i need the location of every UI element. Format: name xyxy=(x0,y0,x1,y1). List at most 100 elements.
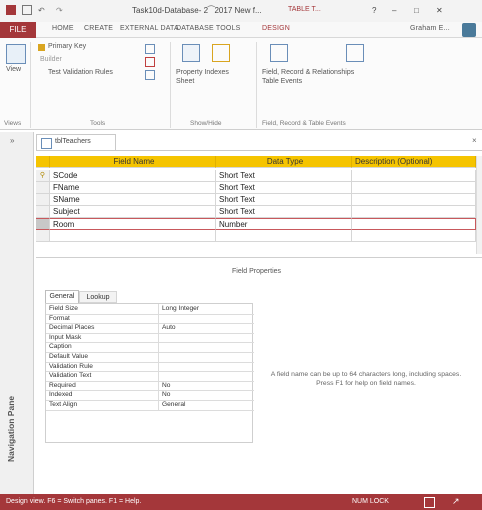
data-type-cell[interactable]: Number xyxy=(216,218,352,230)
ribbon: View Primary Key Builder Test Validation… xyxy=(0,38,482,130)
row-selector[interactable] xyxy=(36,182,50,194)
data-type-cell[interactable] xyxy=(216,230,352,242)
undo-icon[interactable]: ↶ xyxy=(38,6,45,15)
data-type-cell[interactable]: Short Text xyxy=(216,194,352,206)
description-cell[interactable] xyxy=(352,194,476,206)
tab-lookup[interactable]: Lookup xyxy=(79,291,117,303)
datasheet-view-icon[interactable] xyxy=(424,497,435,508)
table-row[interactable]: SName Short Text xyxy=(36,194,476,206)
minimize-button[interactable]: – xyxy=(392,6,396,15)
view-icon[interactable] xyxy=(6,44,26,64)
title-bar: ↶ ↷ Task10d‐Database‐ 2⁀2017 New f... TA… xyxy=(0,0,482,22)
tab-create[interactable]: CREATE xyxy=(84,25,113,32)
property-key: Caption xyxy=(49,343,72,351)
property-sheet-indexes-label[interactable]: Property Indexes Sheet xyxy=(176,68,229,86)
table-row[interactable]: ⚲ SCode Short Text xyxy=(36,170,476,182)
tab-home[interactable]: HOME xyxy=(52,25,74,32)
property-value[interactable]: No xyxy=(162,381,170,391)
description-cell[interactable] xyxy=(352,170,476,182)
relationships-icon[interactable] xyxy=(346,44,364,62)
modify-lookups-icon[interactable] xyxy=(145,70,155,80)
table-row[interactable] xyxy=(36,230,476,242)
property-value[interactable]: No xyxy=(162,390,170,400)
status-bar: Design view. F6 = Switch panes. F1 = Hel… xyxy=(0,494,482,510)
col-description[interactable]: Description (Optional) xyxy=(352,156,476,168)
tab-general[interactable]: General xyxy=(45,290,79,303)
field-name-cell[interactable]: Room xyxy=(50,218,216,230)
close-document-icon[interactable]: × xyxy=(472,136,477,145)
builder-button[interactable]: Builder xyxy=(40,56,62,63)
property-grid: Field Size Long Integer Format Decimal Pl… xyxy=(45,303,254,443)
view-button-label[interactable]: View xyxy=(6,66,21,73)
tab-design[interactable]: DESIGN xyxy=(262,25,290,32)
data-type-cell[interactable]: Short Text xyxy=(216,206,352,218)
indexes-icon[interactable] xyxy=(212,44,230,62)
description-cell[interactable] xyxy=(352,206,476,218)
navigation-pane[interactable]: » Navigation Pane xyxy=(0,132,34,494)
property-sheet-icon[interactable] xyxy=(182,44,200,62)
tab-file[interactable]: FILE xyxy=(0,22,36,38)
property-key: Default Value xyxy=(49,353,89,360)
field-grid-header: Field Name Data Type Description (Option… xyxy=(36,156,476,168)
row-selector[interactable] xyxy=(36,194,50,206)
avatar[interactable] xyxy=(462,23,476,37)
field-properties-label: Field Properties xyxy=(232,268,282,275)
close-button[interactable]: ✕ xyxy=(436,6,443,15)
property-value[interactable]: Auto xyxy=(162,323,176,333)
property-key: Required xyxy=(49,381,76,389)
document-tab[interactable]: tblTeachers xyxy=(36,134,116,150)
test-validation-button[interactable]: Test Validation Rules xyxy=(48,69,113,76)
property-value[interactable]: General xyxy=(162,400,185,410)
field-name-cell[interactable]: Subject xyxy=(50,206,216,218)
maximize-button[interactable]: □ xyxy=(414,6,419,15)
divider xyxy=(36,257,482,258)
tab-external-data[interactable]: EXTERNAL DATA xyxy=(120,25,179,32)
primary-key-button[interactable]: Primary Key xyxy=(48,43,86,50)
table-row[interactable]: Subject Short Text xyxy=(36,206,476,218)
data-type-cell[interactable]: Short Text xyxy=(216,170,352,182)
delete-rows-icon[interactable] xyxy=(145,57,155,67)
col-field-name[interactable]: Field Name xyxy=(50,156,216,168)
table-icon xyxy=(41,138,52,149)
description-cell[interactable] xyxy=(352,182,476,194)
property-row-text-align[interactable]: Text Align General xyxy=(46,400,254,411)
help-button[interactable]: ? xyxy=(372,6,376,15)
field-name-cell[interactable] xyxy=(50,230,216,242)
grid-scrollbar[interactable] xyxy=(476,156,482,254)
window-title: Task10d‐Database‐ 2⁀2017 New f... xyxy=(132,6,262,15)
tab-database-tools[interactable]: DATABASE TOOLS xyxy=(176,25,241,32)
row-selector[interactable] xyxy=(36,206,50,218)
access-app-icon xyxy=(6,5,16,15)
context-tab-label: TABLE T... xyxy=(288,6,321,13)
field-name-cell[interactable]: SCode xyxy=(50,170,216,182)
field-name-cell[interactable]: SName xyxy=(50,194,216,206)
property-key: Validation Text xyxy=(49,372,92,380)
events-relationships-label[interactable]: Field, Record & Relationships Table Even… xyxy=(262,68,354,86)
help-text: A field name can be up to 64 characters … xyxy=(270,371,462,387)
redo-icon[interactable]: ↷ xyxy=(56,6,63,15)
ribbon-separator xyxy=(170,42,171,128)
row-selector[interactable] xyxy=(36,230,50,242)
property-value[interactable]: Long Integer xyxy=(162,304,199,314)
user-name[interactable]: Graham E... xyxy=(410,25,450,32)
table-row-selected[interactable]: Room Number xyxy=(36,218,476,230)
design-view-icon[interactable]: ↗ xyxy=(452,496,460,507)
property-key: Text Align xyxy=(49,401,78,408)
row-selector[interactable] xyxy=(36,218,50,230)
field-name-cell[interactable]: FName xyxy=(50,182,216,194)
col-data-type[interactable]: Data Type xyxy=(216,156,352,168)
ribbon-tabs: FILE HOME CREATE EXTERNAL DATA DATABASE … xyxy=(0,22,482,38)
primary-key-icon[interactable]: ⚲ xyxy=(36,170,50,182)
property-key: Validation Rule xyxy=(49,362,93,370)
data-type-cell[interactable]: Short Text xyxy=(216,182,352,194)
property-key: Field Size xyxy=(49,305,78,312)
primary-key-icon xyxy=(38,44,45,51)
description-cell[interactable] xyxy=(352,218,476,230)
chevron-right-icon[interactable]: » xyxy=(10,136,14,145)
num-lock-indicator: NUM LOCK xyxy=(352,498,389,505)
table-row[interactable]: FName Short Text xyxy=(36,182,476,194)
insert-rows-icon[interactable] xyxy=(145,44,155,54)
save-icon[interactable] xyxy=(22,5,32,15)
description-cell[interactable] xyxy=(352,230,476,242)
table-events-icon[interactable] xyxy=(270,44,288,62)
